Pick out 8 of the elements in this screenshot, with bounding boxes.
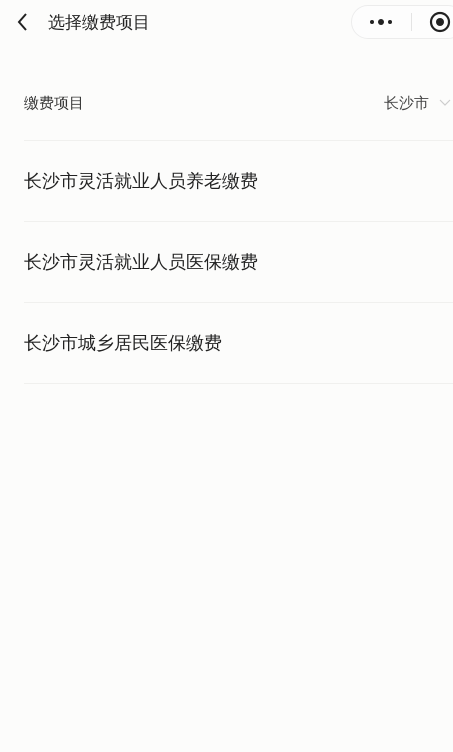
close-icon[interactable]: [429, 11, 451, 33]
payment-item[interactable]: 长沙市城乡居民医保缴费: [24, 303, 453, 384]
filter-label: 缴费项目: [24, 94, 85, 112]
more-icon[interactable]: [369, 18, 393, 26]
payment-item[interactable]: 长沙市灵活就业人员养老缴费: [24, 141, 453, 222]
city-selector[interactable]: 长沙市: [384, 94, 429, 112]
page-title: 选择缴费项目: [48, 12, 151, 34]
payment-item[interactable]: 长沙市灵活就业人员医保缴费: [24, 222, 453, 303]
